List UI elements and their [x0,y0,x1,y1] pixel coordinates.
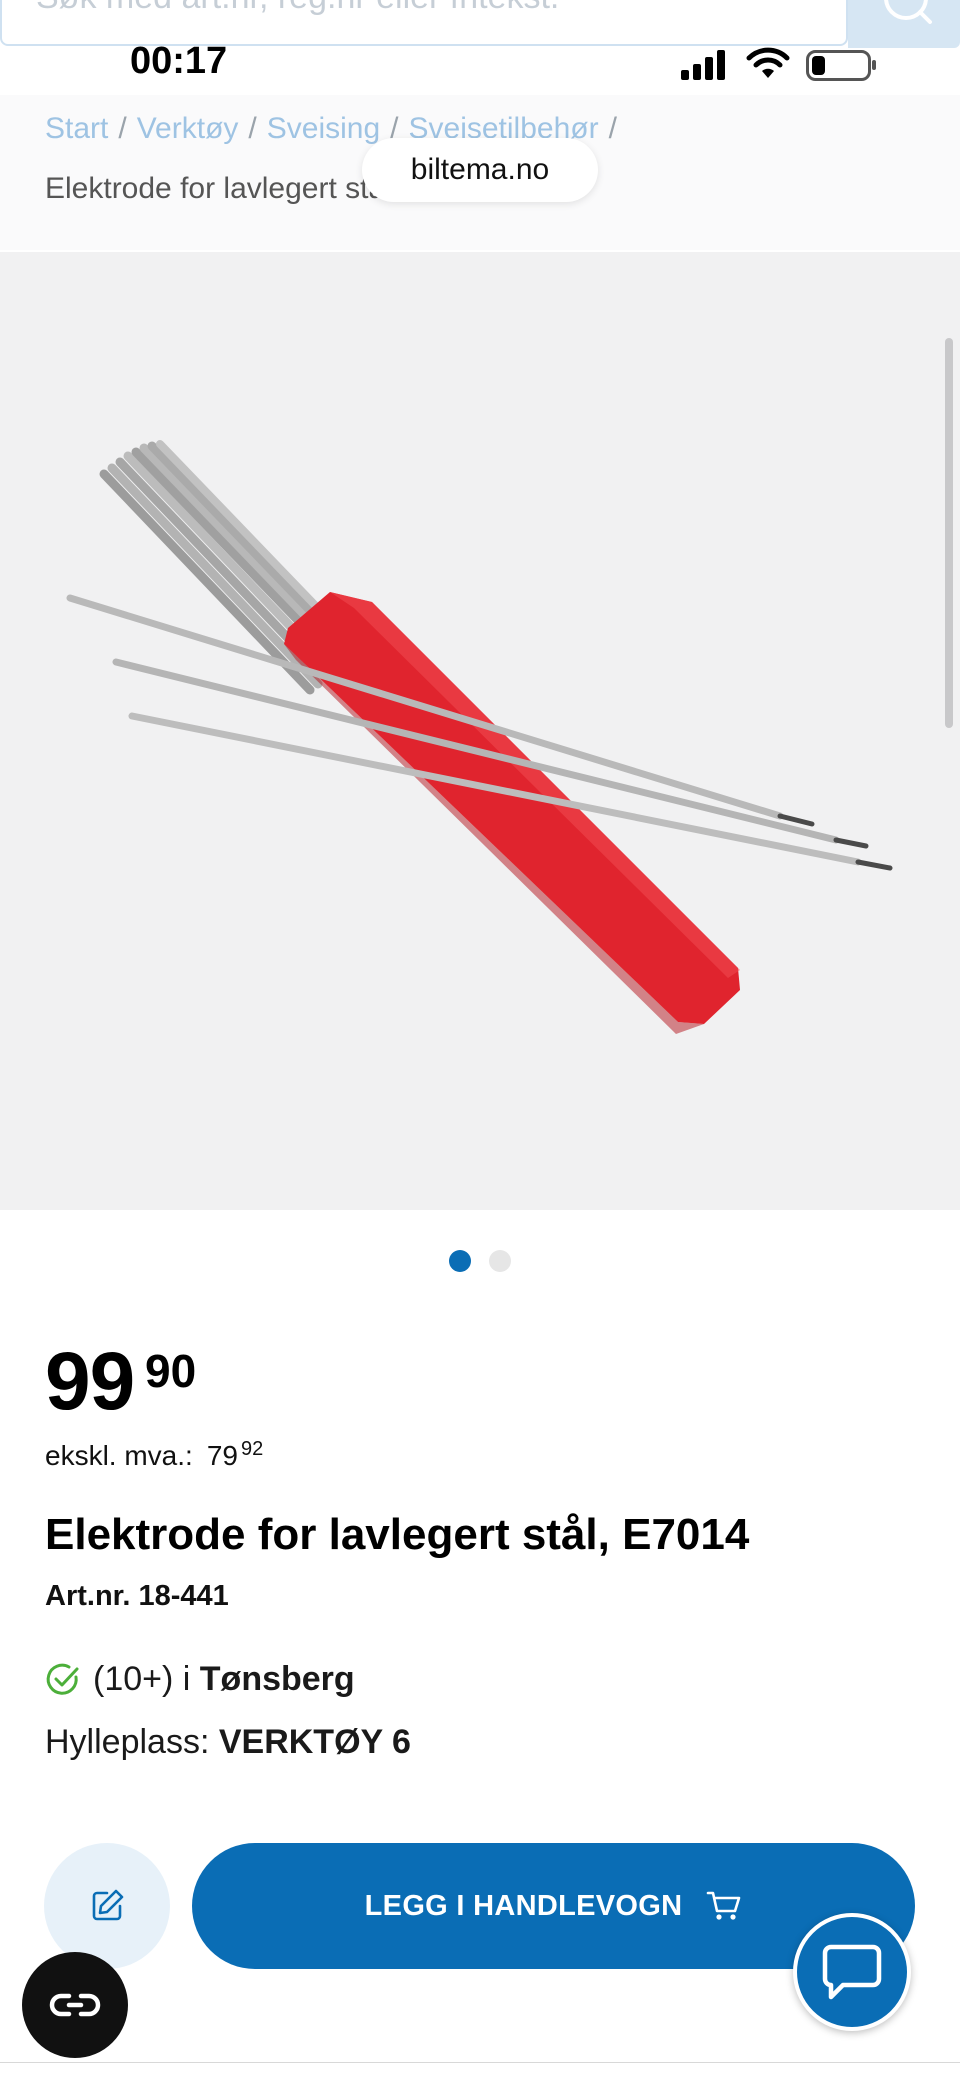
product-title: Elektrode for lavlegert stål, E7014 [45,1510,750,1559]
chat-icon [822,1944,882,2000]
search-icon [884,0,932,24]
shelf-label: Hylleplass: [45,1723,210,1761]
edit-note-icon [92,1889,124,1921]
stock-count: (10+) i [93,1660,191,1698]
ex-vat-cents: 92 [240,1438,264,1460]
shelf-value: VERKTØY 6 [218,1723,411,1761]
breadcrumb-link-verktoy[interactable]: Verktøy [137,112,239,145]
price-ex-vat: ekskl. mva.: 79 92 [45,1438,263,1472]
product-image-gallery[interactable] [0,252,960,1210]
cart-icon [707,1891,741,1920]
ex-vat-whole: 79 [206,1440,238,1471]
add-note-button[interactable] [44,1843,170,1969]
breadcrumb-link-start[interactable]: Start [45,112,108,145]
stock-store[interactable]: Tønsberg [200,1660,355,1699]
breadcrumb-separator: / [248,112,257,145]
signal-icon [681,50,725,80]
check-circle-icon [46,1663,79,1695]
price-whole: 99 [45,1336,135,1427]
price-cents: 90 [145,1345,197,1397]
breadcrumb-link-sveising[interactable]: Sveising [267,112,380,145]
status-time: 00:17 [130,40,228,82]
wifi-icon [746,47,790,78]
gallery-dot-active[interactable] [449,1250,471,1272]
page-scrollbar[interactable] [945,338,953,728]
stock-status: (10+) i Tønsberg [45,1660,355,1699]
article-number: Art.nr. 18-441 [45,1580,229,1612]
status-bar: 00:17 [0,40,960,90]
product-image [66,440,893,1034]
breadcrumb-separator: / [118,112,127,145]
chat-button[interactable] [793,1913,911,2031]
breadcrumb-separator: / [608,112,617,145]
cookie-settings-button[interactable] [22,1952,128,2058]
shelf-location: Hylleplass: VERKTØY 6 [45,1723,411,1762]
add-to-cart-label: LEGG I HANDLEVOGN [364,1889,683,1922]
cookie-settings-icon [49,1993,101,2017]
gallery-dot[interactable] [489,1250,511,1272]
bottom-divider [0,2062,960,2063]
ex-vat-label: ekskl. mva.: [45,1440,193,1471]
battery-icon [806,50,876,81]
browser-url-pill[interactable]: biltema.no [362,138,598,202]
search-input-placeholder[interactable]: Søk med art.nr, reg.nr eller fritekst. [36,0,559,17]
